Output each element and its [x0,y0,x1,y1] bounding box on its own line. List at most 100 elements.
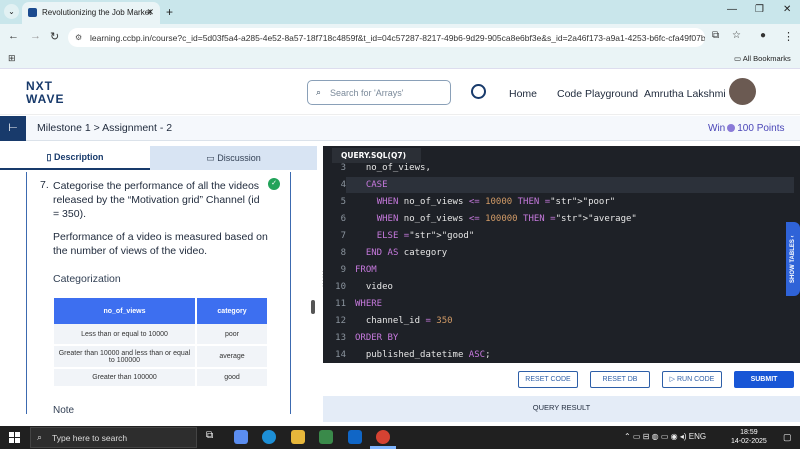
chrome-icon[interactable] [376,430,390,444]
table-cell-views: Greater than 10000 and less than or equa… [54,345,197,369]
minimize-icon[interactable]: — [727,4,737,15]
line-number: 14 [335,350,346,360]
tab-description[interactable]: ▯ Description [0,146,150,170]
question-paragraph: Performance of a video is measured based… [53,231,268,257]
site-info-icon[interactable]: ⚙ [75,33,82,42]
new-tab-icon[interactable]: + [166,5,173,19]
logo-line1[interactable]: NXT [26,79,53,93]
browser-menu-icon[interactable]: ⋮ [783,30,794,43]
taskbar-clock[interactable]: 18:59 14-02-2025 [731,428,767,446]
line-number: 12 [335,316,346,326]
profile-icon[interactable]: ● [760,30,766,41]
table-row: Greater than 100000 good [54,368,269,388]
copilot-icon[interactable] [234,430,248,444]
note-heading: Note [53,405,75,416]
code-line[interactable]: no_of_views, [355,163,431,173]
back-icon[interactable]: ← [8,30,19,42]
all-bookmarks-button[interactable]: ▭ All Bookmarks [734,54,791,63]
file-explorer-icon[interactable] [291,430,305,444]
browser-tab-title: Revolutionizing the Job Market [42,8,152,17]
windows-start-icon[interactable] [9,432,20,443]
close-window-icon[interactable]: ✕ [783,4,791,15]
stopwatch-icon[interactable] [471,84,486,99]
editor-file-tab[interactable]: QUERY.SQL(Q7) [332,148,421,163]
table-header-views: no_of_views [54,298,197,324]
win-label: Win [708,123,726,134]
clock-date: 14-02-2025 [731,438,767,445]
line-number: 4 [340,180,346,190]
points-label: 100 Points [737,123,785,134]
line-number: 3 [340,163,346,173]
line-number: 11 [335,299,346,309]
url-text: learning.ccbp.in/course?c_id=5d03f5a4-a2… [90,33,705,43]
current-line-highlight [346,177,794,193]
all-bookmarks-label: All Bookmarks [742,54,791,63]
course-search-input[interactable]: ⌕ Search for 'Arrays' [307,80,451,105]
question-text: Categorise the performance of all the vi… [53,180,260,220]
code-line[interactable]: ORDER BY [355,333,398,343]
search-icon: ⌕ [316,87,322,97]
tab-search-icon[interactable]: ⌄ [4,4,19,19]
code-line[interactable]: WHEN no_of_views <= 10000 THEN ="str">"p… [355,197,615,207]
close-tab-icon[interactable]: ✕ [146,7,154,18]
tab-description-label: Description [53,152,104,162]
bookmark-star-icon[interactable]: ☆ [732,30,741,41]
table-row: Greater than 10000 and less than or equa… [54,345,269,369]
code-line[interactable]: CASE [355,180,388,190]
nav-code-playground[interactable]: Code Playground [557,88,638,100]
edge-icon[interactable] [262,430,276,444]
line-number: 8 [340,248,346,258]
search-placeholder: Search for 'Arrays' [330,88,404,98]
reset-db-button[interactable]: RESET DB [590,371,650,388]
task-view-icon[interactable]: ⧉ [206,430,220,444]
bookmarks-bar [0,50,800,69]
categorization-table: no_of_views category Less than or equal … [54,298,269,388]
nav-home[interactable]: Home [509,88,537,100]
line-number: 13 [335,333,346,343]
user-name[interactable]: Amrutha Lakshmi [644,88,726,100]
query-result-tab[interactable]: QUERY RESULT [323,396,800,422]
forward-icon[interactable]: → [30,30,41,42]
reset-code-button[interactable]: RESET CODE [518,371,578,388]
cast-icon[interactable]: ⧉ [712,30,719,41]
logo-line2[interactable]: WAVE [26,92,64,106]
show-tables-label: SHOW TABLES [790,238,796,283]
code-line[interactable]: FROM [355,265,377,275]
url-field[interactable]: ⚙ learning.ccbp.in/course?c_id=5d03f5a4-… [68,28,705,47]
system-tray[interactable]: ⌃ ▭ ⊟ ◍ ▭ ◉ ◂) ENG [624,432,706,441]
coin-icon [727,124,736,132]
panel-scrollbar[interactable] [311,300,315,314]
store-icon[interactable] [319,430,333,444]
table-row: Less than or equal to 10000 poor [54,324,269,346]
sidebar-toggle-icon[interactable]: ⊢ [0,116,26,141]
categorization-heading: Categorization [53,273,121,285]
apps-grid-icon[interactable]: ⊞ [8,53,16,64]
question-number: 7. [40,179,49,191]
show-tables-button[interactable]: SHOW TABLES ‹ [786,222,800,296]
code-line[interactable]: WHEN no_of_views <= 100000 THEN ="str">"… [355,214,637,224]
table-cell-views: Less than or equal to 10000 [54,324,197,346]
reload-icon[interactable]: ↻ [50,30,59,43]
run-code-button[interactable]: ▷ RUN CODE [662,371,722,388]
table-header-category: category [196,298,269,324]
table-cell-category: good [196,368,269,388]
avatar[interactable] [729,78,756,105]
submit-button[interactable]: SUBMIT [734,371,794,388]
code-line[interactable]: WHERE [355,299,382,309]
code-line[interactable]: channel_id = 350 [355,316,453,326]
code-line[interactable]: ELSE ="str">"good" [355,231,475,241]
taskbar-search-input[interactable]: ⌕ Type here to search [30,427,197,448]
restore-icon[interactable]: ❐ [755,4,764,15]
code-line[interactable]: published_datetime ASC; [355,350,491,360]
taskbar-search-placeholder: Type here to search [52,433,128,443]
code-line[interactable]: video [355,282,393,292]
outlook-icon[interactable] [348,430,362,444]
line-number: 9 [340,265,346,275]
table-cell-category: poor [196,324,269,346]
browser-tab[interactable]: Revolutionizing the Job Market ✕ [22,2,160,24]
language-indicator[interactable]: ENG [689,432,706,441]
code-line[interactable]: END AS category [355,248,447,258]
notifications-icon[interactable]: ▢ [783,432,792,443]
tab-discussion[interactable]: ▭ Discussion [150,146,317,170]
line-number: 7 [340,231,346,241]
